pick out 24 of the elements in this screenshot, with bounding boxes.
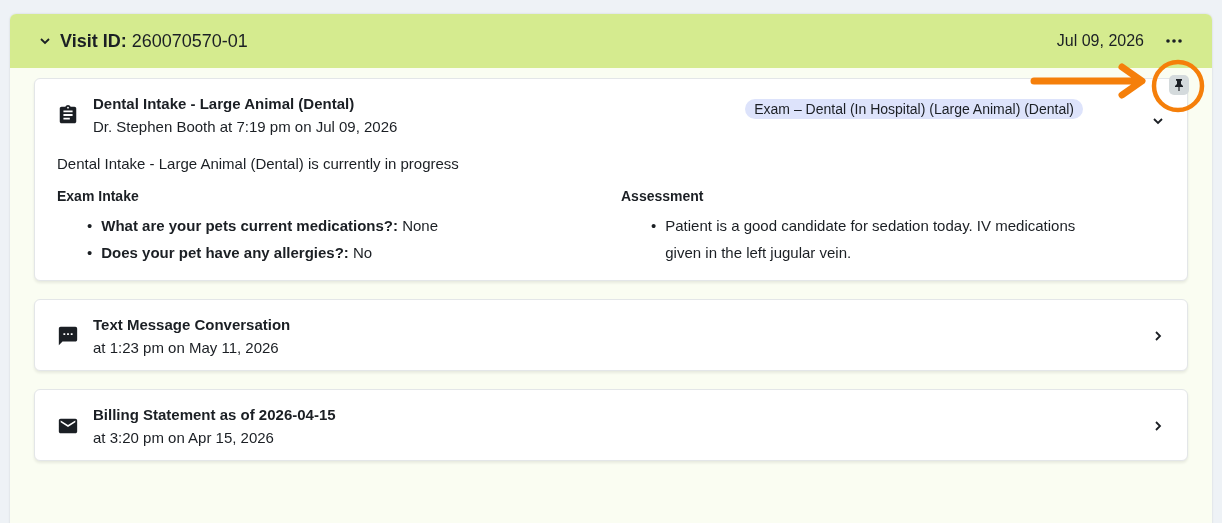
entry-title: Text Message Conversation (93, 316, 291, 333)
entry-subtitle: at 1:23 pm on May 11, 2026 (93, 339, 280, 356)
bullet-mark: • (651, 216, 657, 236)
entry-subtitle: Dr. Stephen Booth at 7:19 pm on Jul 09, 2026 (93, 118, 398, 135)
visit-id: Visit ID: 260070570-01 (60, 30, 248, 52)
chat-icon (57, 325, 79, 347)
section-heading: Assessment (621, 188, 705, 204)
clipboard-icon (57, 104, 79, 126)
entry-subtitle: at 3:20 pm on Apr 15, 2026 (93, 429, 275, 446)
pin-icon (1174, 79, 1184, 91)
highlight-circle (1151, 59, 1205, 113)
list-item: Patient is a good candidate for sedation today. IV medications given in the left jugular vein. (665, 216, 1077, 263)
entry-title: Billing Statement as of 2026-04-15 (93, 406, 336, 423)
list-item: What are your pets current medications?: None (101, 216, 439, 236)
status-text: Dental Intake - Large Animal (Dental) is currently in progress (57, 155, 460, 172)
section-heading: Exam Intake (57, 188, 140, 204)
bullet-mark: • (87, 243, 93, 263)
bullet-mark: • (87, 216, 93, 236)
entry-title: Dental Intake - Large Animal (Dental) (93, 95, 356, 112)
exam-tag: Exam – Dental (In Hospital) (Large Animal) (Dental) (745, 99, 1083, 119)
visit-date: Jul 09, 2026 (1056, 32, 1144, 50)
list-item: Does your pet have any allergies?: No (101, 243, 373, 263)
pin-button[interactable] (1169, 75, 1189, 95)
more-button[interactable] (1164, 37, 1184, 45)
